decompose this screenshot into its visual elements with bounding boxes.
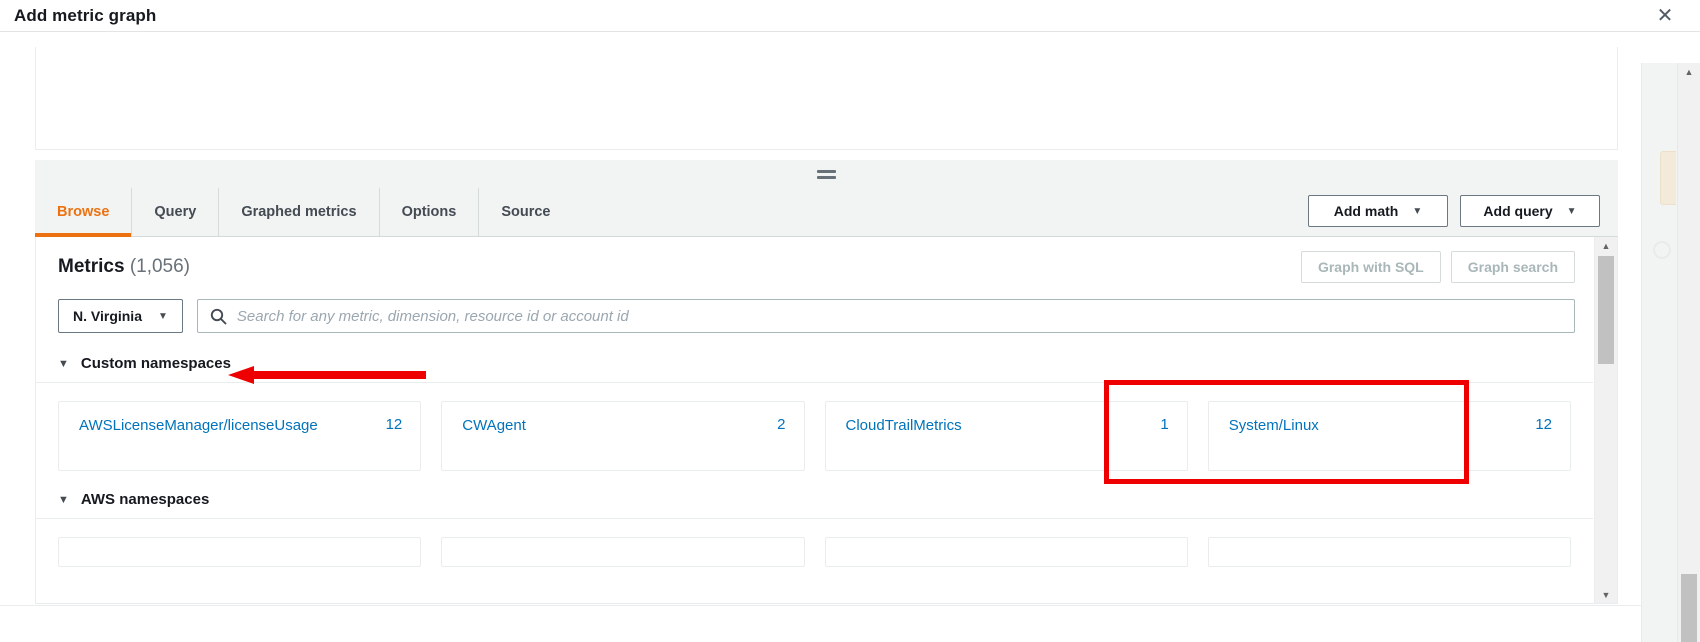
namespace-count: 12 <box>385 416 403 433</box>
tab-bar-actions: Add math ▼ Add query ▼ <box>1308 195 1618 236</box>
tab-query[interactable]: Query <box>132 188 220 236</box>
tab-source[interactable]: Source <box>479 188 572 236</box>
metrics-panel-scrollbar[interactable]: ▲ ▼ <box>1594 237 1617 603</box>
chevron-down-icon: ▼ <box>58 357 69 370</box>
tab-query-label: Query <box>154 204 197 220</box>
section-custom-namespaces-label: Custom namespaces <box>80 355 231 372</box>
graph-preview-panel <box>35 47 1618 150</box>
panel-resize-handle[interactable] <box>35 160 1618 188</box>
region-selector[interactable]: N. Virginia ▼ <box>58 299 183 333</box>
tab-browse-label: Browse <box>57 204 110 220</box>
namespace-card[interactable] <box>441 537 805 567</box>
metrics-header-actions: Graph with SQL Graph search <box>1300 251 1575 283</box>
add-math-label: Add math <box>1333 203 1399 219</box>
namespace-card-cloudtrailmetrics[interactable]: CloudTrailMetrics 1 <box>824 401 1188 471</box>
namespace-card-cwagent[interactable]: CWAgent 2 <box>441 401 805 471</box>
search-box[interactable] <box>196 299 1575 333</box>
metrics-header-row: Metrics (1,056) Graph with SQL Graph sea… <box>36 237 1593 293</box>
tab-bar: Browse Query Graphed metrics Options Sou… <box>35 188 1618 237</box>
modal-body: Browse Query Graphed metrics Options Sou… <box>0 31 1700 642</box>
graph-search-label: Graph search <box>1467 259 1558 275</box>
graph-with-sql-label: Graph with SQL <box>1317 259 1424 275</box>
chevron-down-icon: ▼ <box>58 493 69 506</box>
background-page-edge <box>1641 63 1677 642</box>
namespace-card-awslicensemanager[interactable]: AWSLicenseManager/licenseUsage 12 <box>58 401 422 471</box>
search-input[interactable] <box>236 307 1562 325</box>
metrics-count: (1,056) <box>129 256 191 277</box>
namespace-card[interactable] <box>824 537 1188 567</box>
aws-namespace-grid <box>36 519 1593 567</box>
metrics-title-text: Metrics <box>58 256 125 277</box>
section-custom-namespaces[interactable]: ▼ Custom namespaces <box>36 349 1593 383</box>
add-query-label: Add query <box>1483 203 1553 219</box>
scrollbar-track[interactable] <box>1595 254 1617 586</box>
metrics-panel: Metrics (1,056) Graph with SQL Graph sea… <box>35 237 1618 604</box>
tab-source-label: Source <box>501 204 551 220</box>
search-icon <box>210 308 227 324</box>
modal-scrollbar[interactable]: ▲ ▼ <box>1677 63 1700 642</box>
metrics-title: Metrics (1,056) <box>58 256 190 278</box>
tab-options-label: Options <box>401 204 457 220</box>
drag-handle-icon <box>817 169 836 179</box>
metrics-scroll-content: Metrics (1,056) Graph with SQL Graph sea… <box>36 237 1593 603</box>
scroll-up-arrow-icon[interactable]: ▲ <box>1595 237 1617 254</box>
namespace-count: 1 <box>1160 416 1169 433</box>
tab-list: Browse Query Graphed metrics Options Sou… <box>35 188 573 237</box>
modal-footer-strip <box>0 605 1677 642</box>
chevron-down-icon: ▼ <box>157 310 168 322</box>
namespace-name: System/Linux <box>1228 417 1319 434</box>
close-icon[interactable]: ✕ <box>1652 3 1678 29</box>
add-metric-graph-modal: Add metric graph ✕ Browse Query Graphed … <box>0 0 1700 642</box>
tab-graphed-metrics-label: Graphed metrics <box>241 204 357 220</box>
scroll-down-arrow-icon[interactable]: ▼ <box>1595 586 1617 603</box>
scroll-up-arrow-icon[interactable]: ▲ <box>1678 63 1700 80</box>
namespace-name: AWSLicenseManager/licenseUsage <box>79 417 318 434</box>
tab-options[interactable]: Options <box>380 188 480 236</box>
add-math-button[interactable]: Add math ▼ <box>1308 195 1448 227</box>
chevron-down-icon: ▼ <box>1566 205 1577 217</box>
modal-header: Add metric graph ✕ <box>0 0 1700 31</box>
page-title: Add metric graph <box>14 5 157 25</box>
chevron-down-icon: ▼ <box>1412 205 1423 217</box>
section-aws-namespaces[interactable]: ▼ AWS namespaces <box>36 485 1593 519</box>
region-selector-label: N. Virginia <box>73 308 142 324</box>
section-aws-namespaces-label: AWS namespaces <box>80 491 210 508</box>
graph-search-button[interactable]: Graph search <box>1450 251 1575 283</box>
scrollbar-thumb[interactable] <box>1681 574 1697 642</box>
search-row: N. Virginia ▼ <box>36 293 1593 349</box>
namespace-count: 2 <box>777 416 786 433</box>
add-query-button[interactable]: Add query ▼ <box>1460 195 1600 227</box>
namespace-card[interactable] <box>1207 537 1571 567</box>
side-panel-tab[interactable] <box>1660 151 1676 205</box>
namespace-count: 12 <box>1535 416 1552 433</box>
custom-namespace-grid: AWSLicenseManager/licenseUsage 12 CWAgen… <box>36 383 1593 485</box>
scrollbar-thumb[interactable] <box>1598 256 1614 364</box>
scrollbar-track[interactable] <box>1678 80 1700 642</box>
namespace-card-system-linux[interactable]: System/Linux 12 <box>1207 401 1571 471</box>
namespace-card[interactable] <box>58 537 422 567</box>
namespace-name: CloudTrailMetrics <box>845 417 962 434</box>
gear-icon[interactable] <box>1653 241 1671 259</box>
tab-browse[interactable]: Browse <box>35 188 133 237</box>
tab-graphed-metrics[interactable]: Graphed metrics <box>219 188 380 236</box>
graph-with-sql-button[interactable]: Graph with SQL <box>1300 251 1441 283</box>
namespace-name: CWAgent <box>462 417 526 434</box>
